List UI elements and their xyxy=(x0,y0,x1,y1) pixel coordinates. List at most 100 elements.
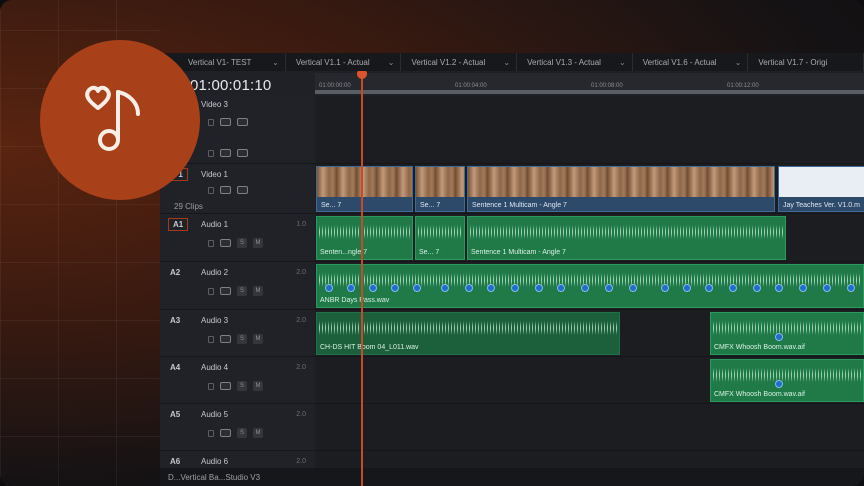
video-clip[interactable]: Jay Teaches Ver. V1.0.m xyxy=(778,166,864,212)
auto-select-icon[interactable] xyxy=(220,382,231,390)
keyframe[interactable] xyxy=(775,380,783,388)
track-id[interactable]: A3 xyxy=(170,316,180,325)
lane-a6[interactable] xyxy=(315,451,864,469)
scrub-bar[interactable] xyxy=(315,90,864,94)
keyframe[interactable] xyxy=(441,284,449,292)
keyframe[interactable] xyxy=(823,284,831,292)
lock-icon[interactable] xyxy=(208,429,214,437)
solo-button[interactable]: S xyxy=(237,286,247,296)
mute-button[interactable]: M xyxy=(253,428,263,438)
timeline-bottom-bar: D...Vertical Ba...Studio V3 xyxy=(160,469,864,486)
keyframe[interactable] xyxy=(391,284,399,292)
heart-music-note-icon xyxy=(85,85,140,151)
video-clip[interactable]: Sentence 1 Multicam - Angle 7 xyxy=(467,166,775,212)
keyframe[interactable] xyxy=(629,284,637,292)
chevron-down-icon[interactable]: ⌄ xyxy=(735,58,742,67)
keyframe[interactable] xyxy=(605,284,613,292)
track-id-badge[interactable]: A1 xyxy=(168,218,189,231)
keyframe[interactable] xyxy=(535,284,543,292)
track-id[interactable]: A5 xyxy=(170,410,180,419)
lane-a1[interactable]: Senten...ngle 7 Se... 7 Sentence 1 Multi… xyxy=(315,214,864,262)
lane-v1[interactable]: Se... 7 Se... 7 Sentence 1 Multicam - An… xyxy=(315,164,864,214)
lock-icon[interactable] xyxy=(208,118,214,126)
disable-track-icon[interactable] xyxy=(237,186,248,194)
lane-a5[interactable] xyxy=(315,404,864,451)
solo-button[interactable]: S xyxy=(237,428,247,438)
auto-select-icon[interactable] xyxy=(220,239,231,247)
keyframe[interactable] xyxy=(775,284,783,292)
keyframe[interactable] xyxy=(847,284,855,292)
keyframe[interactable] xyxy=(581,284,589,292)
auto-select-icon[interactable] xyxy=(220,429,231,437)
lock-icon[interactable] xyxy=(208,149,214,157)
keyframe[interactable] xyxy=(511,284,519,292)
track-controls xyxy=(208,118,248,126)
lane-a3[interactable]: CH-DS HIT Boom 04_L011.wav CMFX Whoosh B… xyxy=(315,310,864,357)
solo-button[interactable]: S xyxy=(237,238,247,248)
track-id[interactable]: A4 xyxy=(170,363,180,372)
lock-icon[interactable] xyxy=(208,382,214,390)
chevron-down-icon[interactable]: ⌄ xyxy=(388,58,395,67)
audio-clip[interactable]: Se... 7 xyxy=(415,216,465,260)
solo-button[interactable]: S xyxy=(237,334,247,344)
chevron-down-icon[interactable]: ⌄ xyxy=(503,58,510,67)
auto-select-icon[interactable] xyxy=(220,149,231,157)
waveform xyxy=(319,225,410,239)
auto-select-icon[interactable] xyxy=(220,287,231,295)
disable-track-icon[interactable] xyxy=(237,118,248,126)
lock-icon[interactable] xyxy=(208,287,214,295)
audio-clip[interactable]: CMFX Whoosh Boom.wav.aif xyxy=(710,312,864,355)
timeline-tab[interactable]: Vertical V1.3 - Actual ⌄ xyxy=(517,53,633,71)
timeline-tab[interactable]: Vertical V1.2 - Actual ⌄ xyxy=(401,53,518,71)
lane-a2[interactable]: ANBR Days Pass.wav xyxy=(315,262,864,310)
auto-select-icon[interactable] xyxy=(220,186,231,194)
keyframe[interactable] xyxy=(753,284,761,292)
timeline-tab[interactable]: Vertical V1.6 - Actual ⌄ xyxy=(633,53,749,71)
clip-label: CMFX Whoosh Boom.wav.aif xyxy=(714,391,805,398)
channel-format: 2.0 xyxy=(296,458,306,465)
keyframe[interactable] xyxy=(799,284,807,292)
video-clip[interactable]: Se... 7 xyxy=(316,166,413,212)
audio-clip[interactable]: CMFX Whoosh Boom.wav.aif xyxy=(710,359,864,402)
keyframe[interactable] xyxy=(325,284,333,292)
track-id[interactable]: A6 xyxy=(170,457,180,466)
timeline-tab[interactable]: Vertical V1.1 - Actual ⌄ xyxy=(286,53,402,71)
auto-select-icon[interactable] xyxy=(220,118,231,126)
keyframe[interactable] xyxy=(369,284,377,292)
playhead[interactable] xyxy=(361,72,363,486)
track-id[interactable]: A2 xyxy=(170,268,180,277)
keyframe[interactable] xyxy=(775,333,783,341)
bottom-bar-item[interactable]: D...Vertical Ba...Studio V3 xyxy=(168,473,260,482)
keyframe[interactable] xyxy=(465,284,473,292)
chevron-down-icon[interactable]: ⌄ xyxy=(272,58,279,67)
video-clip[interactable]: Se... 7 xyxy=(415,166,465,212)
mute-button[interactable]: M xyxy=(253,334,263,344)
track-header-v1: V1 Video 1 29 Clips xyxy=(160,164,315,214)
track-header-a1: A1 Audio 1 1.0 S M xyxy=(160,214,315,262)
keyframe[interactable] xyxy=(683,284,691,292)
disable-track-icon[interactable] xyxy=(237,149,248,157)
lane-a4[interactable]: CMFX Whoosh Boom.wav.aif xyxy=(315,357,864,404)
clip-thumbnails xyxy=(416,167,464,197)
lock-icon[interactable] xyxy=(208,335,214,343)
audio-clip[interactable]: Sentence 1 Multicam - Angle 7 xyxy=(467,216,786,260)
keyframe[interactable] xyxy=(557,284,565,292)
solo-button[interactable]: S xyxy=(237,381,247,391)
keyframe[interactable] xyxy=(347,284,355,292)
mute-button[interactable]: M xyxy=(253,286,263,296)
lock-icon[interactable] xyxy=(208,239,214,247)
mute-button[interactable]: M xyxy=(253,238,263,248)
lock-icon[interactable] xyxy=(208,186,214,194)
keyframe[interactable] xyxy=(729,284,737,292)
keyframe[interactable] xyxy=(487,284,495,292)
lane-v3[interactable] xyxy=(315,96,864,164)
audio-clip[interactable]: Senten...ngle 7 xyxy=(316,216,413,260)
timeline-tab[interactable]: Vertical V1.7 - Origi xyxy=(748,53,864,71)
audio-clip[interactable]: ANBR Days Pass.wav xyxy=(316,264,864,308)
auto-select-icon[interactable] xyxy=(220,335,231,343)
chevron-down-icon[interactable]: ⌄ xyxy=(619,58,626,67)
keyframe[interactable] xyxy=(705,284,713,292)
keyframe[interactable] xyxy=(413,284,421,292)
mute-button[interactable]: M xyxy=(253,381,263,391)
keyframe[interactable] xyxy=(661,284,669,292)
